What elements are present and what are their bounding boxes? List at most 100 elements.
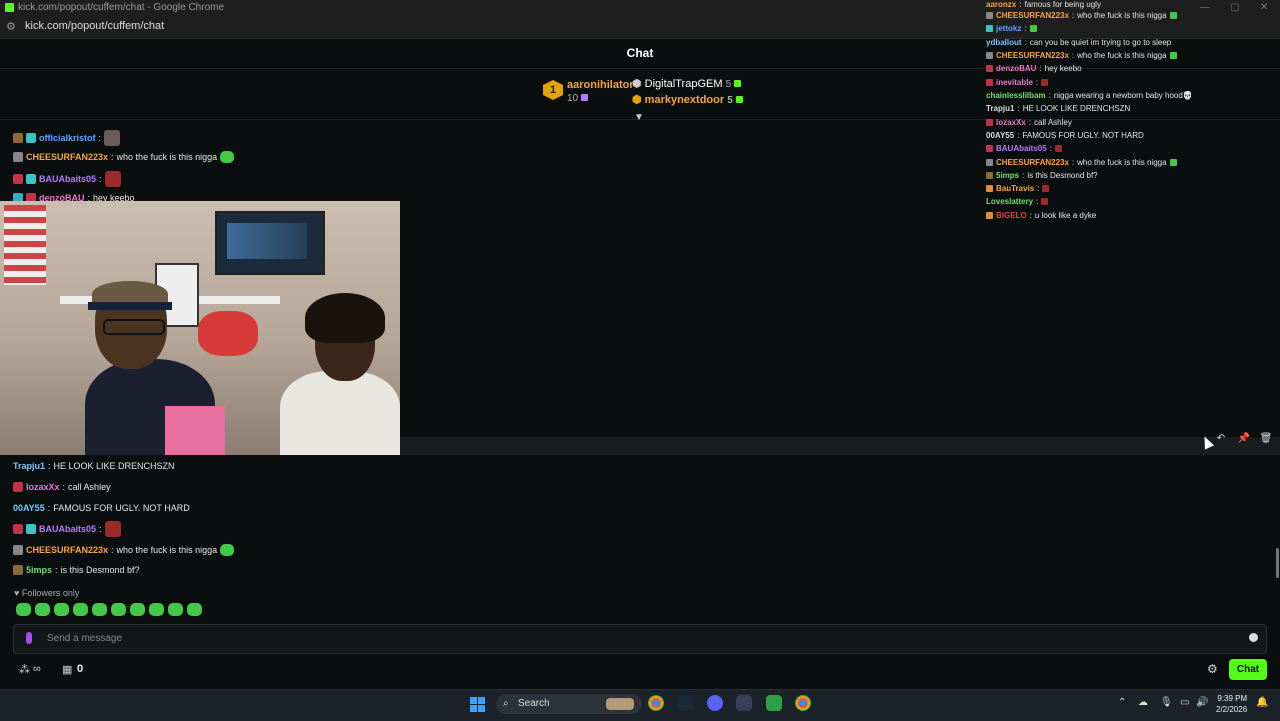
emote-icon[interactable] xyxy=(35,603,50,616)
overlay-message: CHEESURFAN223x: who the fuck is this nigg… xyxy=(986,11,1177,20)
mic-tray-icon[interactable]: 🎙 xyxy=(1160,697,1173,708)
site-info-icon[interactable]: ⚙ xyxy=(6,20,16,33)
emote-icon[interactable] xyxy=(111,603,126,616)
send-chat-button[interactable]: Chat xyxy=(1229,659,1267,680)
chat-message: CHEESURFAN223x: who the fuck is this nig… xyxy=(13,151,235,163)
app-icon[interactable] xyxy=(736,695,752,711)
message-text: is this Desmond bf? xyxy=(60,565,140,575)
username[interactable]: 00AY55 xyxy=(13,503,45,513)
overlay-message: BAUAbaits05: xyxy=(986,144,1062,153)
quick-emote-row xyxy=(16,603,202,616)
badge-icon xyxy=(13,565,23,575)
badge-icon xyxy=(13,482,23,492)
chevron-down-icon[interactable]: ▼ xyxy=(634,112,644,123)
minimize-icon[interactable]: — xyxy=(1200,2,1210,13)
chat-message: 00AY55: FAMOUS FOR UGLY. NOT HARD xyxy=(13,503,190,513)
maximize-icon[interactable]: ▢ xyxy=(1230,2,1239,13)
search-icon: ⌕ xyxy=(503,698,509,709)
overlay-message: CHEESURFAN223x: who the fuck is this nigg… xyxy=(986,51,1177,60)
chevron-up-icon[interactable]: ⌃ xyxy=(1118,697,1126,708)
username[interactable]: BAUAbaits05 xyxy=(39,174,96,184)
search-label: Search xyxy=(518,698,550,709)
chat-message: CHEESURFAN223x: who the fuck is this nig… xyxy=(13,544,235,556)
pin-icon[interactable]: 📌 xyxy=(1235,431,1253,447)
username[interactable]: CHEESURFAN223x xyxy=(26,152,108,162)
emote-icon[interactable] xyxy=(187,603,202,616)
notification-icon[interactable]: 🔔 xyxy=(1256,697,1268,708)
infinity-icon[interactable]: ∞ xyxy=(33,663,41,675)
chat-message: BAUAbaits05: xyxy=(13,171,121,187)
sub-icon xyxy=(735,96,743,103)
chat-message: BAUAbaits05: xyxy=(13,521,121,537)
emoji-picker-icon[interactable] xyxy=(1249,633,1258,642)
taskbar-clock[interactable]: 9:39 PM 2/2/2026 xyxy=(1216,693,1247,715)
emote-icon[interactable] xyxy=(168,603,183,616)
windows-start-icon[interactable] xyxy=(470,697,485,712)
username[interactable]: CHEESURFAN223x xyxy=(26,545,108,555)
username[interactable]: lozaxXx xyxy=(26,482,60,492)
username[interactable]: BAUAbaits05 xyxy=(39,524,96,534)
kick-favicon-icon xyxy=(5,3,14,12)
gifter-3[interactable]: ⬢ markynextdoor 5 xyxy=(632,93,743,106)
gear-icon[interactable]: ⚙ xyxy=(1207,662,1218,676)
scrollbar[interactable] xyxy=(1276,548,1279,578)
username[interactable]: Trapju1 xyxy=(13,461,45,471)
top-gifter-name[interactable]: aaronihilator xyxy=(567,79,634,91)
webcam-video xyxy=(0,201,400,455)
top-gifter-count: 10 xyxy=(567,93,589,104)
username[interactable]: 5imps xyxy=(26,565,52,575)
overlay-message: 00AY55: FAMOUS FOR UGLY. NOT HARD xyxy=(986,131,1144,140)
chat-message: officialkristof: xyxy=(13,130,121,146)
display-icon[interactable]: ▭ xyxy=(1180,697,1189,708)
url-text[interactable]: kick.com/popout/cuffem/chat xyxy=(25,20,164,32)
emote-icon xyxy=(104,521,121,537)
gifter-2[interactable]: ⬢ DigitalTrapGEM 5 xyxy=(632,77,742,90)
undo-icon[interactable]: ↶ xyxy=(1212,431,1230,447)
close-icon[interactable]: ✕ xyxy=(1260,2,1268,13)
taskbar-search[interactable]: ⌕ Search xyxy=(496,694,642,714)
emote-icon[interactable] xyxy=(73,603,88,616)
emote-icon[interactable] xyxy=(149,603,164,616)
message-input[interactable]: Send a message xyxy=(13,624,1267,654)
emote-icon[interactable] xyxy=(54,603,69,616)
emote-icon[interactable] xyxy=(92,603,107,616)
gift-icon: ⬢ xyxy=(632,78,645,90)
overlay-message: denzoBAU: hey keebo xyxy=(986,64,1082,73)
followers-only-label: ♥ Followers only xyxy=(14,588,80,598)
community-icon[interactable]: ⁂ xyxy=(19,663,30,676)
overlay-message: BIGELO: u look like a dyke xyxy=(986,211,1096,220)
badge-icon xyxy=(13,524,23,534)
trash-icon[interactable]: 🗑 xyxy=(1257,431,1275,447)
badge-icon xyxy=(13,174,23,184)
kick-icon[interactable] xyxy=(766,695,782,711)
message-text: who the fuck is this nigga xyxy=(116,545,218,555)
sub-icon xyxy=(581,94,589,101)
message-text: who the fuck is this nigga xyxy=(116,152,218,162)
emote-icon xyxy=(104,171,121,187)
mic-icon[interactable] xyxy=(26,632,32,644)
cloud-icon[interactable]: ☁ xyxy=(1138,697,1148,708)
badge-icon xyxy=(13,133,23,143)
emote-icon[interactable] xyxy=(16,603,31,616)
chrome-profile-icon[interactable] xyxy=(795,695,811,711)
overlay-message: inevitable: xyxy=(986,78,1049,87)
overlay-message: BauTravis: xyxy=(986,184,1050,193)
sub-icon xyxy=(734,80,742,87)
emote-icon[interactable] xyxy=(130,603,145,616)
search-highlight-image xyxy=(606,698,634,710)
badge-icon xyxy=(13,152,23,162)
gift-icon[interactable]: ▦ xyxy=(62,663,72,676)
username[interactable]: officialkristof xyxy=(39,133,96,143)
discord-icon[interactable] xyxy=(707,695,723,711)
overlay-message: CHEESURFAN223x: who the fuck is this nigg… xyxy=(986,158,1177,167)
steam-icon[interactable] xyxy=(677,695,693,711)
message-text: FAMOUS FOR UGLY. NOT HARD xyxy=(53,503,190,513)
emote-icon xyxy=(220,151,235,163)
volume-icon[interactable]: 🔊 xyxy=(1196,697,1208,708)
message-placeholder[interactable]: Send a message xyxy=(47,633,122,644)
emote-icon xyxy=(104,130,121,146)
overlay-message: ydballout: can you be quiet im trying to … xyxy=(986,38,1172,47)
overlay-message: 5imps: is this Desmond bf? xyxy=(986,171,1098,180)
window-title: kick.com/popout/cuffem/chat - Google Chr… xyxy=(18,2,225,13)
chrome-icon[interactable] xyxy=(648,695,664,711)
